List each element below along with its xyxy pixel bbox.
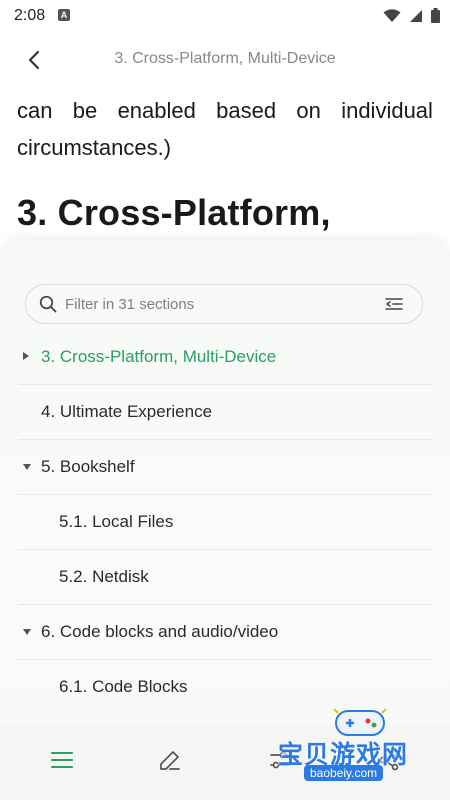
toc-item[interactable]: 5.1. Local Files xyxy=(18,495,432,550)
settings-button[interactable] xyxy=(265,745,295,775)
toc-item[interactable]: 6.1. Code Blocks xyxy=(18,660,432,714)
search-icon xyxy=(39,295,57,313)
paragraph-line: can be enabled based on individual xyxy=(17,92,433,129)
toc-item-label: 5.2. Netdisk xyxy=(59,567,149,586)
collapse-arrow-icon[interactable] xyxy=(23,464,31,470)
signal-icon xyxy=(410,9,422,22)
paragraph-line: circumstances.) xyxy=(17,135,172,160)
pen-icon xyxy=(160,751,180,770)
notification-a-icon: A xyxy=(58,9,70,21)
bottom-toolbar xyxy=(0,725,450,800)
word: can xyxy=(17,98,53,123)
toc-item-label: 5.1. Local Files xyxy=(59,512,174,531)
toc-item[interactable]: 5. Bookshelf xyxy=(18,440,432,495)
wifi-icon xyxy=(383,8,401,22)
filter-input[interactable] xyxy=(63,294,384,314)
word: enabled xyxy=(117,98,196,123)
document-content: can be enabled based on individual circu… xyxy=(17,92,433,233)
section-heading: 3. Cross-Platform, xyxy=(17,192,331,233)
toc-icon xyxy=(51,752,73,768)
chevron-left-icon xyxy=(28,50,40,70)
back-button[interactable] xyxy=(20,46,48,74)
status-icons xyxy=(383,8,440,23)
toc-item[interactable]: 4. Ultimate Experience xyxy=(18,385,432,440)
word: individual xyxy=(341,98,433,123)
toc-list: 3. Cross-Platform, Multi-Device 4. Ultim… xyxy=(18,330,432,714)
share-icon xyxy=(379,749,399,771)
toc-item-label: 6.1. Code Blocks xyxy=(59,677,188,696)
toc-item-label: 5. Bookshelf xyxy=(41,457,135,476)
collapse-list-icon[interactable] xyxy=(384,294,404,314)
toc-item[interactable]: 5.2. Netdisk xyxy=(18,550,432,605)
toc-item-label: 4. Ultimate Experience xyxy=(41,402,213,421)
toc-item-label: 6. Code blocks and audio/video xyxy=(41,622,279,641)
toc-item[interactable]: 3. Cross-Platform, Multi-Device xyxy=(18,330,432,385)
word: based xyxy=(216,98,277,123)
status-bar: 2:08 A xyxy=(0,0,450,32)
toc-item[interactable]: 6. Code blocks and audio/video xyxy=(18,605,432,660)
toc-button[interactable] xyxy=(47,745,77,775)
filter-box[interactable] xyxy=(25,284,423,324)
notes-button[interactable] xyxy=(155,745,185,775)
word: on xyxy=(296,98,321,123)
collapse-arrow-icon[interactable] xyxy=(23,629,31,635)
toc-sheet: 3. Cross-Platform, Multi-Device 4. Ultim… xyxy=(0,240,450,800)
settings-sliders-icon xyxy=(270,751,290,769)
word: be xyxy=(72,98,98,123)
status-time: 2:08 xyxy=(14,7,46,24)
toc-item-label: 3. Cross-Platform, Multi-Device xyxy=(41,347,277,366)
chapter-title: 3. Cross-Platform, Multi-Device xyxy=(114,50,336,67)
share-button[interactable] xyxy=(374,745,404,775)
reader-header: 3. Cross-Platform, Multi-Device xyxy=(0,38,450,82)
battery-icon xyxy=(431,8,440,23)
expand-arrow-icon[interactable] xyxy=(23,352,29,360)
